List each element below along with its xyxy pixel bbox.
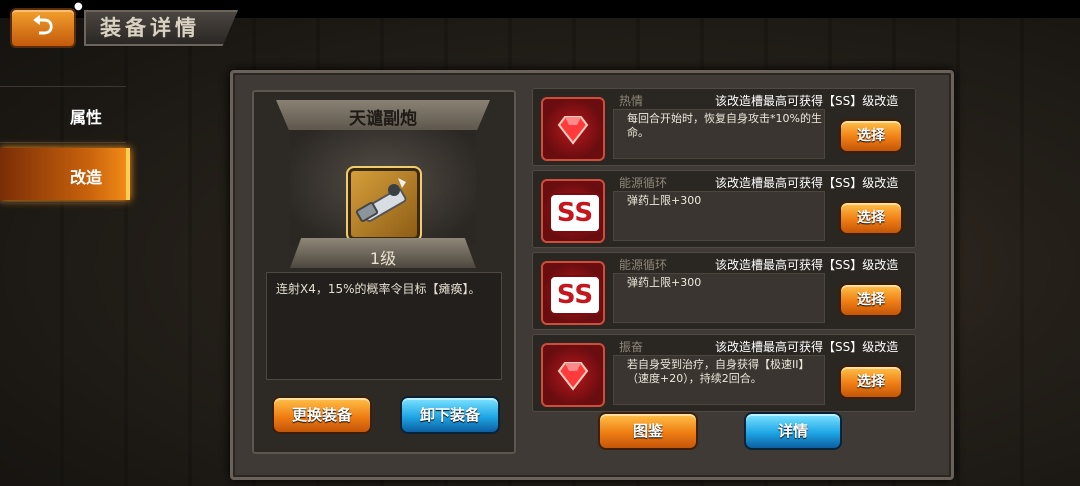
select-button[interactable]: 选择	[839, 283, 903, 317]
back-arrow-icon: ⮌	[32, 11, 54, 41]
replace-equipment-button[interactable]: 更换装备	[272, 396, 372, 434]
sidebar-divider	[0, 86, 126, 87]
ss-rank-icon: SS	[549, 193, 601, 233]
red-gem-icon	[557, 116, 589, 145]
page-title: 装备详情	[100, 16, 200, 40]
slot-desc: 弹药上限+300	[627, 194, 702, 207]
slot-icon-frame: SS	[541, 179, 605, 243]
equipment-level: 1级	[369, 249, 397, 268]
details-button[interactable]: 详情	[744, 412, 842, 450]
cannon-icon[interactable]	[346, 166, 422, 242]
slot-icon-frame	[541, 343, 605, 407]
ss-rank-icon: SS	[549, 275, 601, 315]
slot-hint: 该改造槽最高可获得【SS】级改造	[715, 94, 899, 108]
select-button[interactable]: 选择	[839, 201, 903, 235]
sidebar-divider	[0, 142, 126, 143]
equipment-name: 天谴副炮	[349, 109, 417, 129]
slot-name: 振奋	[619, 340, 644, 354]
slot-hint: 该改造槽最高可获得【SS】级改造	[715, 258, 899, 272]
catalog-button[interactable]: 图鉴	[598, 412, 698, 450]
sidebar-tab-attributes[interactable]: 属性	[0, 88, 126, 140]
select-button[interactable]: 选择	[839, 365, 903, 399]
red-gem-icon	[557, 362, 589, 391]
slot-desc: 每回合开始时，恢复自身攻击*10%的生命。	[627, 112, 822, 139]
select-button[interactable]: 选择	[839, 119, 903, 153]
slot-hint: 该改造槽最高可获得【SS】级改造	[715, 176, 899, 190]
sidebar-tab-label: 属性	[70, 108, 103, 127]
slot-icon-frame	[541, 97, 605, 161]
modify-slot: SS 能源循环 该改造槽最高可获得【SS】级改造 弹药上限+300 选择	[532, 170, 916, 248]
unequip-button[interactable]: 卸下装备	[400, 396, 500, 434]
slot-name: 能源循环	[619, 258, 668, 272]
slot-hint: 该改造槽最高可获得【SS】级改造	[715, 340, 899, 354]
slot-desc: 若自身受到治疗，自身获得【极速II】（速度+20），持续2回合。	[627, 358, 810, 385]
slot-desc: 弹药上限+300	[627, 276, 702, 289]
modify-slot: 热情 该改造槽最高可获得【SS】级改造 每回合开始时，恢复自身攻击*10%的生命…	[532, 88, 916, 166]
sidebar-tab-label: 改造	[70, 168, 103, 187]
slot-name: 能源循环	[619, 176, 668, 190]
sidebar-divider	[0, 202, 126, 203]
back-button[interactable]: ⮌	[10, 8, 76, 48]
sidebar-tab-modify[interactable]: 改造	[0, 148, 130, 200]
modify-slot: SS 能源循环 该改造槽最高可获得【SS】级改造 弹药上限+300 选择	[532, 252, 916, 330]
slot-icon-frame: SS	[541, 261, 605, 325]
slot-name: 热情	[619, 94, 644, 108]
equipment-description: 连射X4，15%的概率令目标【瘫痪】。	[276, 282, 481, 296]
modify-slot: 振奋 该改造槽最高可获得【SS】级改造 若自身受到治疗，自身获得【极速II】（速…	[532, 334, 916, 412]
